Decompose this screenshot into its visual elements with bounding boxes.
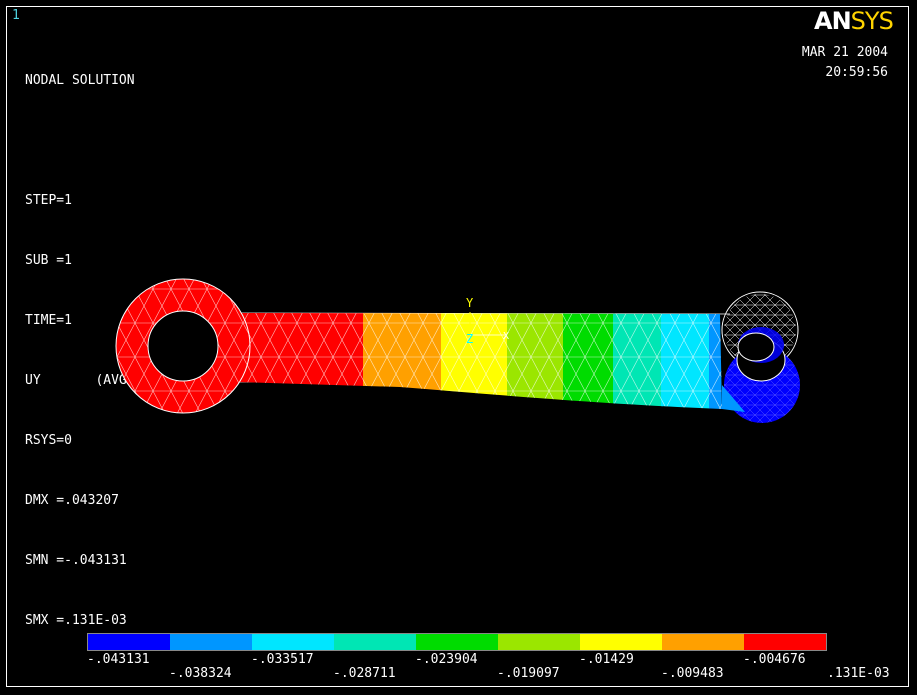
legend-band-4 <box>334 634 416 650</box>
right-eye-ring <box>721 291 800 423</box>
legend-label-bottom-5: .131E-03 <box>827 666 890 681</box>
legend-label-bottom-1: -.038324 <box>169 666 232 681</box>
triad-z-label: Z <box>466 332 473 346</box>
legend-band-7 <box>580 634 662 650</box>
legend-label-bottom-4: -.009483 <box>661 666 724 681</box>
triad-x-label: X <box>503 331 509 342</box>
legend-label-top-5: -.004676 <box>743 652 806 667</box>
triad-y-label: Y <box>466 296 474 310</box>
legend-band-2 <box>170 634 252 650</box>
legend-label-top-3: -.023904 <box>415 652 478 667</box>
legend-label-top-1: -.043131 <box>87 652 150 667</box>
legend-band-5 <box>416 634 498 650</box>
legend-band-1 <box>88 634 170 650</box>
contour-bands <box>237 313 722 409</box>
legend-band-9 <box>744 634 826 650</box>
legend-label-bottom-2: -.028711 <box>333 666 396 681</box>
left-eye-ring <box>115 278 251 414</box>
legend-band-6 <box>498 634 580 650</box>
fea-model-plot[interactable]: Y Z X <box>0 0 917 695</box>
legend-label-top-2: -.033517 <box>251 652 314 667</box>
legend-band-3 <box>252 634 334 650</box>
legend-band-8 <box>662 634 744 650</box>
contour-legend-bar <box>87 633 827 651</box>
legend-label-top-4: -.01429 <box>579 652 634 667</box>
legend-label-bottom-3: -.019097 <box>497 666 560 681</box>
